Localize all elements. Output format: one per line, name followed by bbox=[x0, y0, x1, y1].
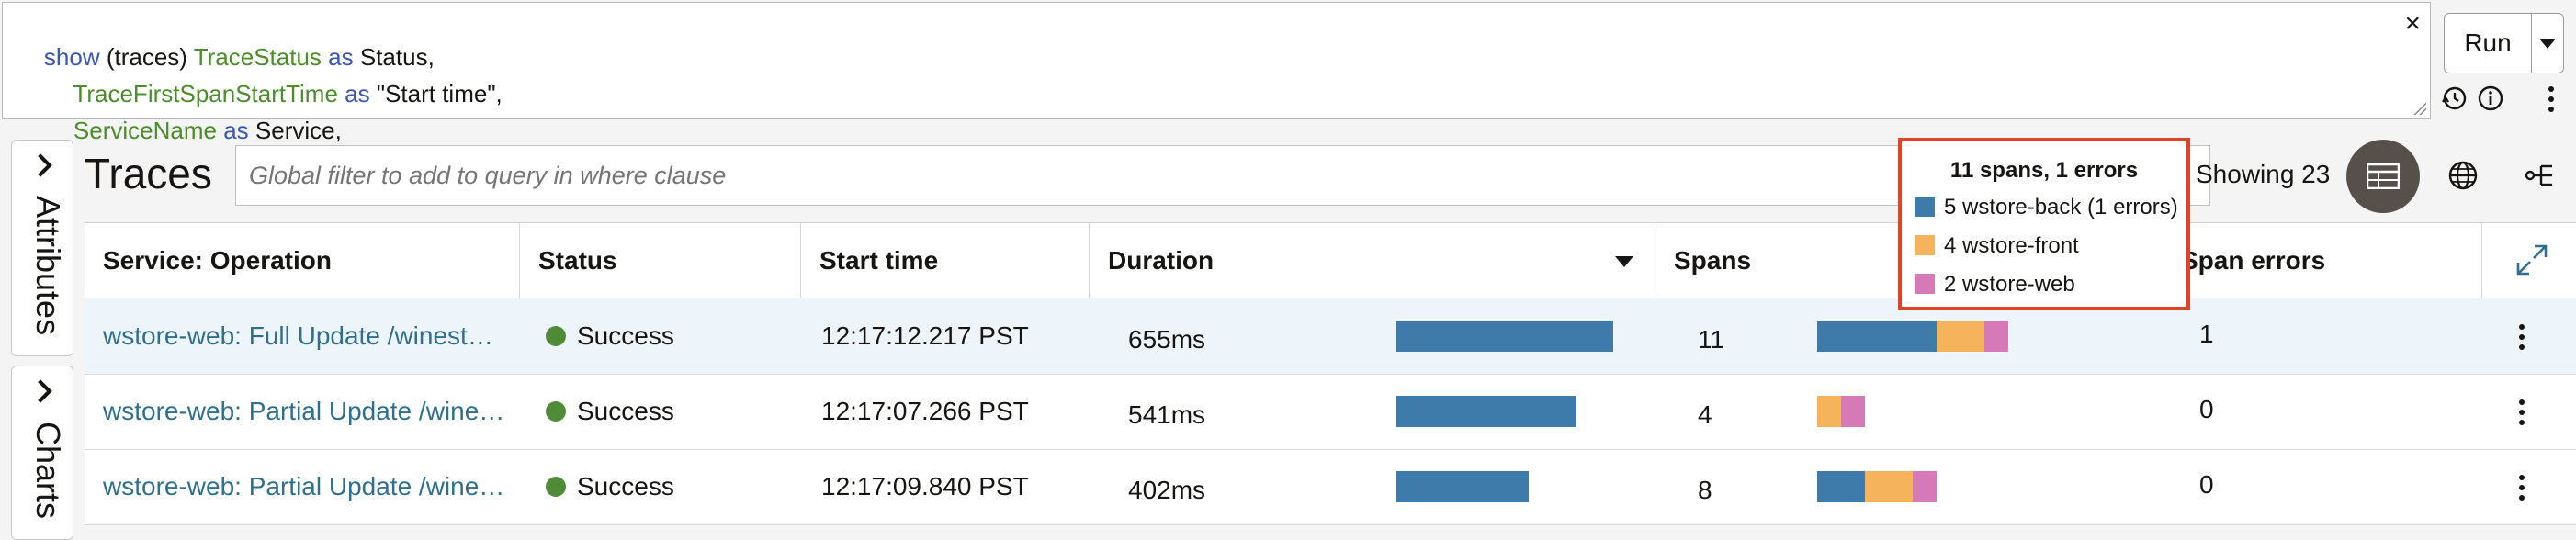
status-cell: Success bbox=[546, 374, 674, 449]
row-actions-icon[interactable] bbox=[2519, 475, 2525, 501]
span-segment-web bbox=[1841, 396, 1865, 427]
table-header: Service: Operation Status Start time Dur… bbox=[85, 223, 2576, 299]
history-icon[interactable] bbox=[2440, 84, 2468, 112]
query-text: "Start time", bbox=[376, 80, 503, 107]
column-header-operation[interactable]: Service: Operation bbox=[85, 223, 520, 298]
query-keyword: as bbox=[337, 80, 377, 107]
close-icon[interactable]: × bbox=[2404, 8, 2421, 39]
span-errors-cell: 1 bbox=[2199, 320, 2214, 348]
page-title: Traces bbox=[85, 150, 212, 197]
table-icon bbox=[2367, 163, 2400, 189]
more-options-icon[interactable] bbox=[2548, 86, 2554, 112]
chevron-right-icon bbox=[28, 379, 52, 403]
spans-cell: 8 bbox=[1698, 476, 1712, 504]
table-row[interactable]: wstore-web: Partial Update /winestore-we… bbox=[85, 374, 2576, 450]
status-text: Success bbox=[577, 321, 674, 350]
trace-operation-link[interactable]: wstore-web: Partial Update /winestore-we… bbox=[103, 449, 507, 524]
trace-operation-link[interactable]: wstore-web: Full Update /winestore-web/.… bbox=[103, 298, 507, 374]
span-segment-front bbox=[1937, 321, 1984, 352]
column-header-span-errors[interactable]: Span errors bbox=[2170, 223, 2482, 298]
query-text: Service, bbox=[254, 117, 342, 144]
duration-cell: 541ms bbox=[1128, 400, 1206, 429]
start-time-cell: 12:17:09.840 PST bbox=[821, 472, 1029, 501]
query-field: ServiceName bbox=[73, 117, 217, 144]
chevron-right-icon bbox=[28, 153, 52, 177]
duration-cell: 655ms bbox=[1128, 325, 1206, 354]
spans-cell: 11 bbox=[1698, 325, 1725, 354]
charts-panel-tab[interactable]: Charts bbox=[11, 366, 73, 540]
tooltip-title: 11 spans, 1 errors bbox=[1949, 158, 2139, 183]
query-editor[interactable]: show (traces) TraceStatus as Status, Tra… bbox=[2, 2, 2431, 144]
chevron-down-icon bbox=[2539, 38, 2556, 49]
row-actions-icon[interactable] bbox=[2519, 324, 2525, 350]
topology-icon[interactable] bbox=[2525, 162, 2558, 189]
span-segment-back bbox=[1817, 321, 1937, 352]
table-row[interactable]: wstore-web: Partial Update /winestore-we… bbox=[85, 449, 2576, 525]
traces-table: Service: Operation Status Start time Dur… bbox=[85, 222, 2576, 525]
span-segment-front bbox=[1817, 396, 1841, 427]
info-icon[interactable] bbox=[2477, 84, 2504, 112]
table-view-button[interactable] bbox=[2346, 140, 2420, 213]
span-breakdown-bar[interactable] bbox=[1817, 449, 2093, 524]
span-errors-cell: 0 bbox=[2199, 395, 2214, 423]
status-cell: Success bbox=[546, 449, 674, 524]
expand-icon[interactable] bbox=[2515, 243, 2548, 276]
globe-icon[interactable] bbox=[2447, 160, 2479, 191]
span-segment-web bbox=[1913, 471, 1937, 502]
sort-descending-icon[interactable] bbox=[1615, 256, 1633, 267]
start-time-cell: 12:17:07.266 PST bbox=[821, 397, 1029, 425]
duration-bar bbox=[1396, 396, 1576, 427]
tooltip-legend-item: 5 wstore-back (1 errors) bbox=[1915, 195, 2178, 220]
legend-swatch bbox=[1915, 274, 1935, 294]
legend-label: 4 wstore-front bbox=[1944, 233, 2079, 258]
legend-swatch bbox=[1915, 235, 1935, 255]
table-row[interactable]: wstore-web: Full Update /winestore-web/.… bbox=[85, 298, 2576, 375]
run-dropdown-button[interactable] bbox=[2531, 13, 2564, 73]
trace-operation-link[interactable]: wstore-web: Partial Update /winestore-we… bbox=[103, 374, 507, 449]
success-status-icon bbox=[546, 326, 566, 346]
duration-cell: 402ms bbox=[1128, 476, 1206, 504]
span-segment-front bbox=[1865, 471, 1913, 502]
span-errors-cell: 0 bbox=[2199, 470, 2214, 499]
legend-label: 2 wstore-web bbox=[1944, 272, 2075, 297]
success-status-icon bbox=[546, 401, 566, 422]
tooltip-legend-item: 4 wstore-front bbox=[1915, 233, 2079, 259]
column-header-start-time[interactable]: Start time bbox=[801, 223, 1090, 298]
status-text: Success bbox=[577, 472, 674, 501]
span-breakdown-bar[interactable] bbox=[1817, 374, 2093, 449]
charts-tab-label: Charts bbox=[29, 422, 67, 520]
status-cell: Success bbox=[546, 298, 674, 374]
tooltip-legend-item: 2 wstore-web bbox=[1915, 272, 2075, 298]
duration-bar bbox=[1396, 471, 1529, 502]
column-header-status[interactable]: Status bbox=[520, 223, 801, 298]
legend-swatch bbox=[1915, 197, 1935, 217]
run-button[interactable]: Run bbox=[2444, 13, 2532, 73]
start-time-cell: 12:17:12.217 PST bbox=[821, 321, 1029, 350]
status-text: Success bbox=[577, 397, 674, 425]
resize-handle[interactable] bbox=[2413, 102, 2426, 115]
attributes-panel-tab[interactable]: Attributes bbox=[11, 140, 73, 356]
span-summary-tooltip: 11 spans, 1 errors 5 wstore-back (1 erro… bbox=[1898, 138, 2190, 310]
result-count: Showing 23 bbox=[2196, 160, 2331, 188]
success-status-icon bbox=[546, 477, 566, 497]
legend-label: 5 wstore-back (1 errors) bbox=[1944, 195, 2178, 219]
span-segment-back bbox=[1817, 471, 1865, 502]
duration-bar bbox=[1396, 321, 1613, 352]
query-keyword: as bbox=[216, 117, 255, 144]
span-segment-web bbox=[1984, 321, 2008, 352]
column-header-duration[interactable]: Duration bbox=[1090, 223, 1655, 298]
spans-cell: 4 bbox=[1698, 400, 1712, 429]
attributes-tab-label: Attributes bbox=[29, 196, 67, 336]
row-actions-icon[interactable] bbox=[2519, 399, 2525, 425]
